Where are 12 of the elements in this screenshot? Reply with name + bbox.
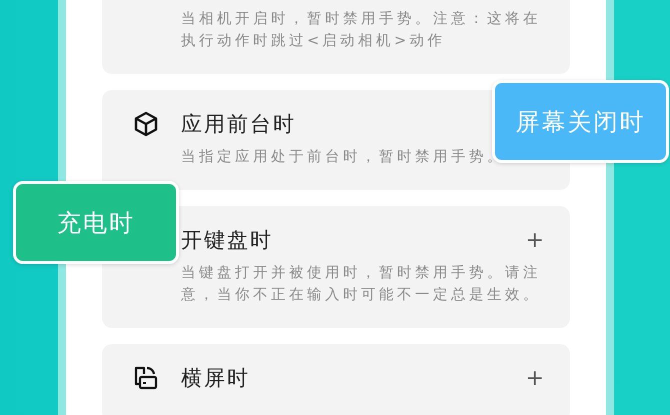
trigger-label-toast: 充电时 [13, 181, 179, 264]
card-description: 当相机开启时，暂时禁用手势。注意：这将在执行动作时跳过<启动相机>动作 [181, 10, 542, 51]
card-title: 应用前台时 [181, 111, 296, 138]
setting-card[interactable]: 横屏时 + [102, 344, 570, 415]
card-title: 横屏时 [181, 365, 250, 392]
cube-icon [133, 111, 159, 137]
card-title: 开键盘时 [181, 227, 273, 254]
card-description: 当键盘打开并被使用时，暂时禁用手势。请注意，当你不正在输入时可能不一定总是生效。 [181, 264, 542, 305]
screen-rotation-icon [133, 365, 159, 391]
add-button[interactable]: + [526, 228, 544, 252]
trigger-label-toast: 屏幕关闭时 [492, 80, 669, 163]
add-button[interactable]: + [526, 366, 544, 390]
